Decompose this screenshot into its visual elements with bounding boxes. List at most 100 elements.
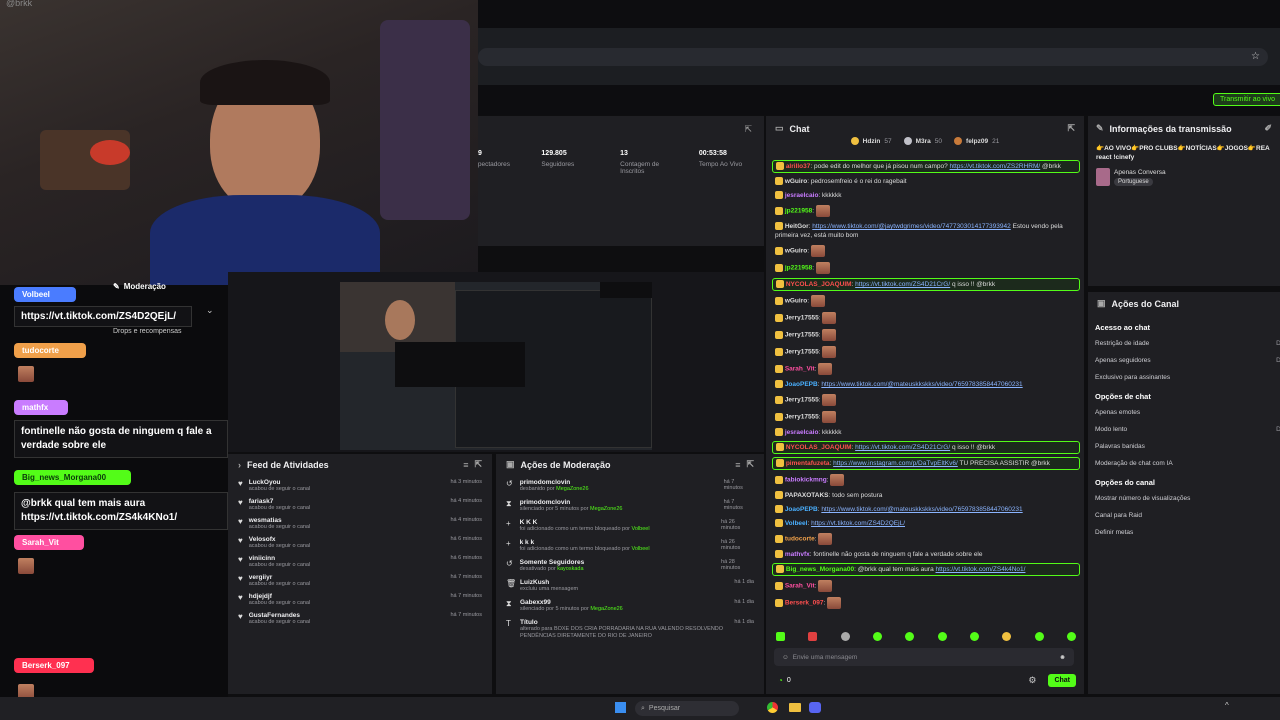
top-chatter[interactable]: Hdzin 57 <box>850 137 892 145</box>
activity-item[interactable]: ♥ wesmatias acabou de seguir o canal há … <box>238 514 482 533</box>
chat-username[interactable]: NYCOLAS_JOAQUIM <box>786 444 852 451</box>
chat-message[interactable]: Sarah_Vit: <box>772 579 1080 593</box>
discord-icon[interactable] <box>809 702 821 713</box>
chat-username[interactable]: Jerry17555 <box>785 397 819 404</box>
windows-start-icon[interactable] <box>615 702 626 713</box>
filter-icon[interactable]: ≡ <box>463 460 468 470</box>
chat-link[interactable]: https://vt.tiktok.com/ZS4D21CrG/ <box>855 444 950 451</box>
chat-username[interactable]: Sarah_Vit <box>785 583 815 590</box>
chat-link[interactable]: https://vt.tiktok.com/ZS4D2QEjL/ <box>811 520 905 527</box>
chat-username[interactable]: fabiokickmng <box>785 477 827 484</box>
chat-message[interactable]: Jerry17555: <box>772 410 1080 424</box>
chat-username[interactable]: Jerry17555 <box>785 315 819 322</box>
popout-icon[interactable]: ⇱ <box>746 459 754 470</box>
chat-username[interactable]: jp221958 <box>785 208 812 215</box>
setting-row[interactable]: Apenas seguidores Desligado <box>1095 352 1280 369</box>
chat-message[interactable]: tudocorte: <box>772 532 1080 546</box>
activity-item[interactable]: ♥ fariask7 acabou de seguir o canal há 4… <box>238 495 482 514</box>
setting-row[interactable]: Exclusivo para assinantes <box>1095 369 1280 386</box>
chat-link[interactable]: https://www.tiktok.com/@mateuskkskks/vid… <box>821 506 1022 513</box>
emote-icon[interactable] <box>776 632 785 641</box>
emote-icon[interactable] <box>1034 632 1044 641</box>
chat-username[interactable]: HeitGor <box>785 223 809 230</box>
bookmark-star-icon[interactable]: ☆ <box>1251 51 1260 62</box>
chat-message[interactable]: wGuiro: <box>772 294 1080 308</box>
moderation-item[interactable]: + K K K foi adicionado como um termo blo… <box>506 516 754 536</box>
chat-message[interactable]: alrillo37: pode edit do melhor que já pi… <box>772 160 1080 173</box>
emoji-icon[interactable]: ☺ <box>782 654 789 661</box>
emote-icon[interactable] <box>937 632 947 641</box>
chat-username[interactable]: JoaoPEPB <box>785 506 818 513</box>
chat-username[interactable]: tudocorte <box>785 536 815 543</box>
setting-value[interactable]: Desligado <box>1276 357 1280 364</box>
moderation-item[interactable]: + k k k foi adicionado como um termo blo… <box>506 536 754 556</box>
taskbar-search[interactable]: ⌕ Pesquisar <box>635 701 739 716</box>
setting-row[interactable]: Apenas emotes <box>1095 404 1280 421</box>
activity-item[interactable]: ♥ hdjejdjf acabou de seguir o canal há 7… <box>238 590 482 609</box>
chat-message[interactable]: Jerry17555: <box>772 328 1080 342</box>
setting-row[interactable]: Palavras banidas <box>1095 438 1280 455</box>
chat-message[interactable]: PAPAXOTAKS: todo sem postura <box>772 490 1080 501</box>
setting-value[interactable]: Desligado <box>1276 426 1280 433</box>
activity-item[interactable]: ♥ GustaFernandes acabou de seguir o cana… <box>238 609 482 628</box>
setting-value[interactable]: Desligado <box>1276 340 1280 347</box>
top-chatter[interactable]: felpz09 21 <box>954 137 999 145</box>
chat-message[interactable]: jp221958: <box>772 261 1080 275</box>
chat-username[interactable]: Sarah_Vit <box>785 366 815 373</box>
chat-message[interactable]: Jerry17555: <box>772 393 1080 407</box>
chat-message[interactable]: jp221958: <box>772 204 1080 218</box>
menu-moderation[interactable]: ✎ Moderação <box>113 282 166 291</box>
chat-username[interactable]: alrillo37 <box>786 163 811 170</box>
menu-drops[interactable]: Drops e recompensas <box>113 328 181 335</box>
emote-icon[interactable] <box>1002 632 1012 641</box>
chat-message[interactable]: fabiokickmng: <box>772 473 1080 487</box>
chat-link[interactable]: https://vt.tiktok.com/ZS4D21CrG/ <box>855 281 950 288</box>
popout-icon[interactable]: ⇱ <box>474 459 482 470</box>
chat-username[interactable]: PAPAXOTAKS <box>785 492 829 499</box>
chat-username[interactable]: Volbeel <box>785 520 808 527</box>
setting-row[interactable]: Definir metas 1 ativo <box>1095 524 1280 541</box>
chat-message[interactable]: JoaoPEPB: https://www.tiktok.com/@mateus… <box>772 504 1080 515</box>
chat-username[interactable]: jesraelcaio <box>785 429 819 436</box>
moderation-item[interactable]: ⧗ Gabexx99 silenciado por 5 minutos por … <box>506 596 754 616</box>
points-icon[interactable]: ◔ <box>778 676 783 685</box>
filter-icon[interactable]: ≡ <box>735 460 740 470</box>
chat-link[interactable]: https://vt.tiktok.com/ZS4k4No1/ <box>936 566 1026 573</box>
chat-link[interactable]: https://www.tiktok.com/@jaytwdgrimes/vid… <box>812 223 1010 230</box>
chat-link[interactable]: https://www.instagram.com/p/DaTvpEltKv6/ <box>833 460 958 467</box>
chat-username[interactable]: mathvfx <box>785 551 810 558</box>
emote-picker-icon[interactable]: ☻ <box>1059 654 1066 661</box>
top-chatter[interactable]: M3ra 50 <box>903 137 942 145</box>
setting-row[interactable]: Mostrar número de visualizações <box>1095 490 1280 507</box>
chat-username[interactable]: Jerry17555 <box>785 414 819 421</box>
address-bar[interactable] <box>478 48 1268 66</box>
emote-icon[interactable] <box>872 632 882 641</box>
chat-message[interactable]: NYCOLAS_JOAQUIM: https://vt.tiktok.com/Z… <box>772 278 1080 291</box>
chat-message[interactable]: HeitGor: https://www.tiktok.com/@jaytwdg… <box>772 221 1080 241</box>
activity-item[interactable]: ♥ viniicinn acabou de seguir o canal há … <box>238 552 482 571</box>
moderation-item[interactable]: ⧗ primodomclovin silenciado por 5 minuto… <box>506 496 754 516</box>
chat-input[interactable]: ☺ Envie uma mensagem ☻ <box>774 648 1074 666</box>
go-live-button[interactable]: Transmitir ao vivo <box>1213 93 1280 106</box>
chat-send-button[interactable]: Chat <box>1048 674 1076 687</box>
popout-icon[interactable]: ⇱ <box>744 124 752 135</box>
emote-icon[interactable] <box>969 632 979 641</box>
chat-username[interactable]: NYCOLAS_JOAQUIM <box>786 281 852 288</box>
chat-message[interactable]: mathvfx: fontinelle não gosta de ninguem… <box>772 549 1080 560</box>
chat-link[interactable]: https://vt.tiktok.com/ZS2RHRM/ <box>950 163 1041 170</box>
chat-message[interactable]: Jerry17555: <box>772 345 1080 359</box>
popout-icon[interactable]: ⇱ <box>1067 123 1075 134</box>
emote-icon[interactable] <box>905 632 915 641</box>
chat-username[interactable]: Jerry17555 <box>785 332 819 339</box>
moderation-item[interactable]: 🗑 LuizKush excluiu uma mensagem há 1 dia <box>506 576 754 596</box>
moderation-item[interactable]: ↺ Somente Seguidores desativado por kayo… <box>506 556 754 576</box>
chrome-icon[interactable] <box>767 702 778 713</box>
chat-username[interactable]: pimentafuzeta <box>786 460 830 467</box>
chat-message[interactable]: wGuiro: <box>772 244 1080 258</box>
chat-username[interactable]: wGuiro <box>785 178 807 185</box>
chat-username[interactable]: Big_news_Morgana00 <box>786 566 854 573</box>
chat-message[interactable]: jesraelcaio: kkkkkk <box>772 190 1080 201</box>
chat-message[interactable]: wGuiro: pedrosemfreio é o rei do ragebai… <box>772 176 1080 187</box>
chat-message[interactable]: Volbeel: https://vt.tiktok.com/ZS4D2QEjL… <box>772 518 1080 529</box>
activity-item[interactable]: ♥ LuckOyou acabou de seguir o canal há 3… <box>238 476 482 495</box>
